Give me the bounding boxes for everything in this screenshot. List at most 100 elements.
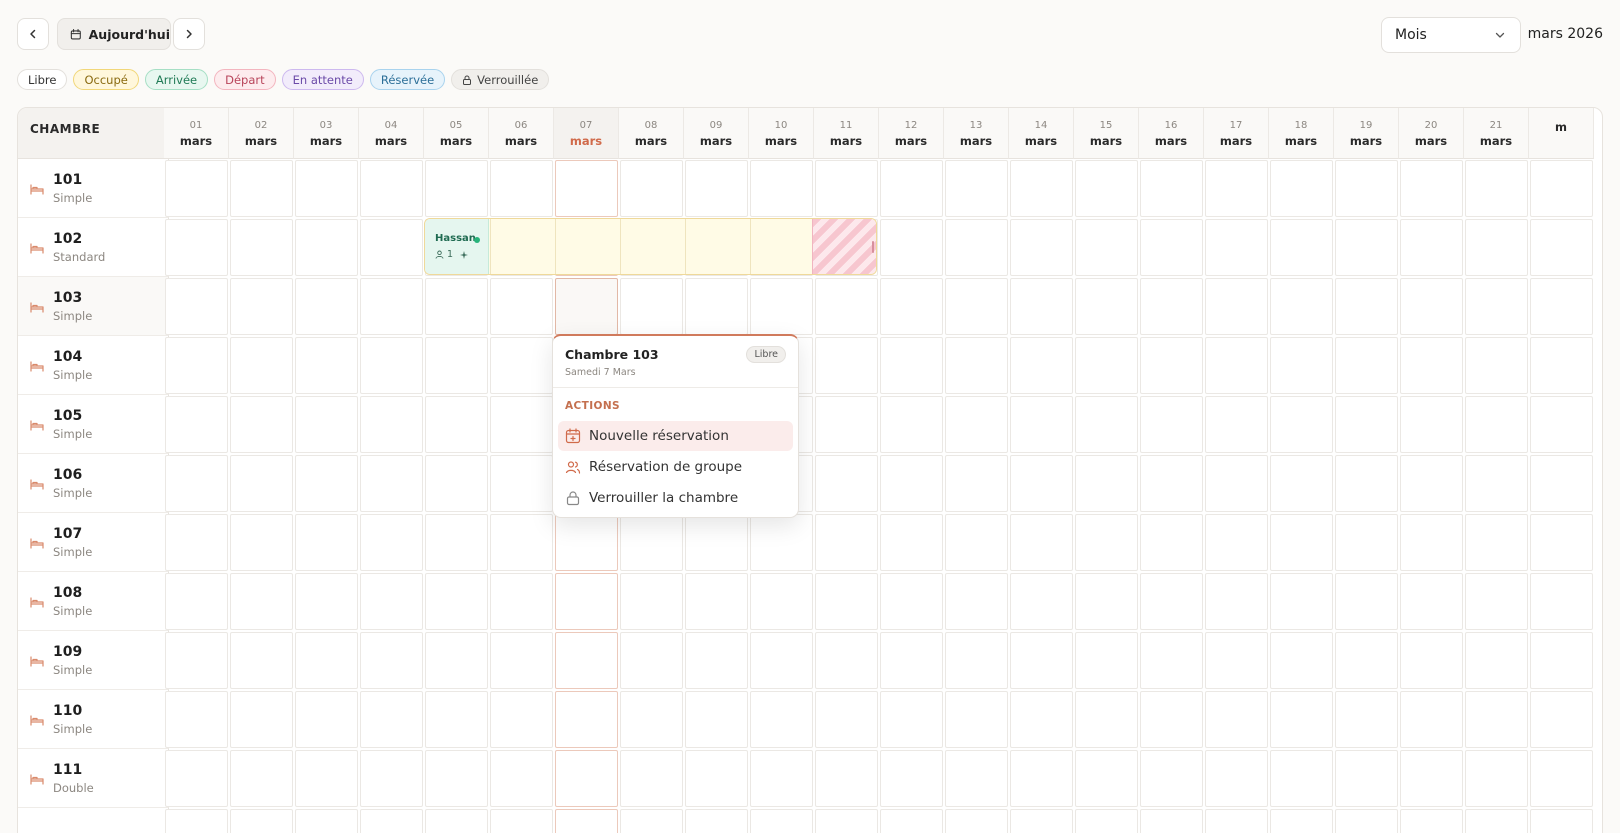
day-cell[interactable] [880, 750, 943, 807]
lock-room-item[interactable]: Verrouiller la chambre [558, 483, 793, 513]
new-reservation-item[interactable]: Nouvelle réservation [558, 421, 793, 451]
day-cell[interactable] [230, 278, 293, 335]
day-cell[interactable] [425, 632, 488, 689]
day-cell[interactable] [1335, 337, 1398, 394]
day-cell[interactable] [620, 514, 683, 571]
day-cell[interactable] [230, 809, 293, 833]
day-cell[interactable] [1270, 160, 1333, 217]
group-reservation-item[interactable]: Réservation de groupe [558, 452, 793, 482]
day-cell[interactable] [1140, 337, 1203, 394]
day-cell[interactable] [295, 632, 358, 689]
day-cell[interactable] [1270, 573, 1333, 630]
day-cell[interactable] [1140, 514, 1203, 571]
day-cell[interactable] [1140, 219, 1203, 276]
day-cell[interactable] [1530, 396, 1593, 453]
day-cell[interactable] [1140, 809, 1203, 833]
day-cell[interactable] [295, 514, 358, 571]
day-cell[interactable] [295, 337, 358, 394]
day-cell[interactable] [815, 337, 878, 394]
day-cell[interactable] [1530, 750, 1593, 807]
day-cell[interactable] [1530, 160, 1593, 217]
day-cell[interactable] [1465, 809, 1528, 833]
day-cell[interactable] [425, 455, 488, 512]
day-cell[interactable] [1010, 219, 1073, 276]
day-cell[interactable] [945, 573, 1008, 630]
day-cell[interactable] [490, 278, 553, 335]
day-cell[interactable] [165, 455, 228, 512]
day-cell[interactable] [1400, 219, 1463, 276]
day-cell[interactable] [1205, 514, 1268, 571]
day-cell[interactable] [945, 514, 1008, 571]
day-cell[interactable] [230, 455, 293, 512]
day-cell[interactable] [490, 750, 553, 807]
day-cell[interactable] [555, 750, 618, 807]
day-cell[interactable] [230, 219, 293, 276]
day-cell[interactable] [230, 573, 293, 630]
day-cell[interactable] [1400, 278, 1463, 335]
day-cell[interactable] [165, 573, 228, 630]
day-cell[interactable] [685, 278, 748, 335]
day-cell[interactable] [1140, 750, 1203, 807]
day-cell[interactable] [620, 750, 683, 807]
day-cell[interactable] [555, 632, 618, 689]
day-cell[interactable] [945, 396, 1008, 453]
day-cell[interactable] [945, 632, 1008, 689]
day-cell[interactable] [815, 396, 878, 453]
day-cell[interactable] [815, 514, 878, 571]
day-cell[interactable] [295, 573, 358, 630]
day-cell[interactable] [425, 396, 488, 453]
day-cell[interactable] [425, 160, 488, 217]
day-cell[interactable] [1400, 573, 1463, 630]
day-cell[interactable] [1530, 809, 1593, 833]
day-cell[interactable] [1335, 750, 1398, 807]
day-cell[interactable] [360, 278, 423, 335]
day-cell[interactable] [490, 809, 553, 833]
day-cell[interactable] [1400, 809, 1463, 833]
day-cell[interactable] [1465, 691, 1528, 748]
day-cell[interactable] [1075, 691, 1138, 748]
day-cell[interactable] [425, 573, 488, 630]
day-cell[interactable] [1270, 691, 1333, 748]
day-cell[interactable] [1140, 160, 1203, 217]
day-cell[interactable] [230, 514, 293, 571]
day-cell[interactable] [945, 160, 1008, 217]
day-cell[interactable] [620, 632, 683, 689]
day-cell[interactable] [1530, 278, 1593, 335]
day-cell[interactable] [1140, 691, 1203, 748]
day-cell[interactable] [1465, 278, 1528, 335]
day-cell[interactable] [1010, 632, 1073, 689]
day-cell[interactable] [230, 691, 293, 748]
day-cell[interactable] [880, 809, 943, 833]
day-cell[interactable] [1205, 632, 1268, 689]
day-cell[interactable] [1205, 337, 1268, 394]
day-cell[interactable] [620, 809, 683, 833]
day-cell[interactable] [490, 514, 553, 571]
day-cell[interactable] [1270, 278, 1333, 335]
day-cell[interactable] [1465, 396, 1528, 453]
day-cell[interactable] [880, 632, 943, 689]
day-cell[interactable] [1205, 573, 1268, 630]
day-cell[interactable] [945, 337, 1008, 394]
day-cell[interactable] [360, 219, 423, 276]
day-cell[interactable] [815, 278, 878, 335]
day-cell[interactable] [555, 573, 618, 630]
day-cell[interactable] [230, 160, 293, 217]
day-cell[interactable] [750, 632, 813, 689]
day-cell[interactable] [815, 691, 878, 748]
day-cell[interactable] [880, 219, 943, 276]
day-cell[interactable] [490, 337, 553, 394]
day-cell[interactable] [1335, 809, 1398, 833]
day-cell[interactable] [1075, 514, 1138, 571]
day-cell[interactable] [555, 514, 618, 571]
day-cell[interactable] [360, 514, 423, 571]
day-cell[interactable] [230, 632, 293, 689]
day-cell[interactable] [1530, 219, 1593, 276]
day-cell[interactable] [425, 514, 488, 571]
day-cell[interactable] [295, 691, 358, 748]
day-cell[interactable] [685, 514, 748, 571]
day-cell[interactable] [295, 455, 358, 512]
day-cell[interactable] [1465, 573, 1528, 630]
day-cell[interactable] [880, 396, 943, 453]
prev-month-button[interactable] [17, 18, 49, 50]
day-cell[interactable] [1530, 573, 1593, 630]
